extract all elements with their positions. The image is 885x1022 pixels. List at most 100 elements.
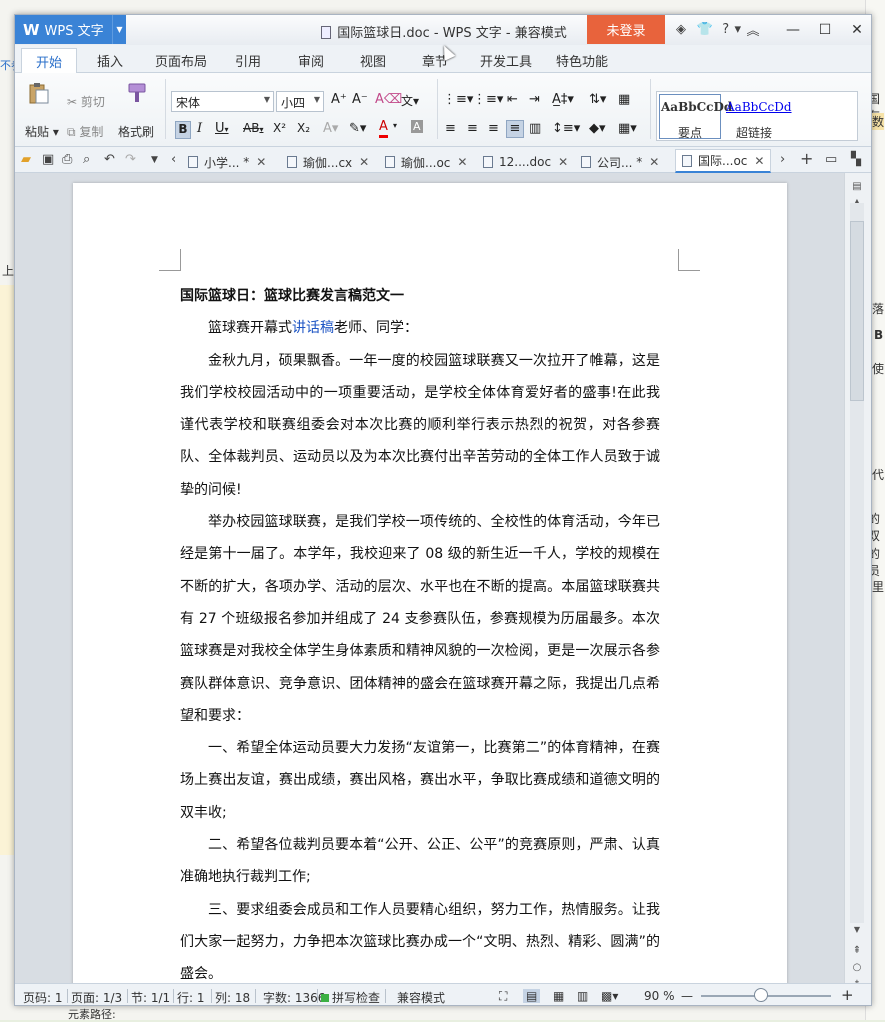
app-menu-button[interactable]: W WPS 文字 ▼ xyxy=(15,15,126,44)
tab-list-icon[interactable]: ▭ xyxy=(825,152,837,167)
prev-page-icon[interactable]: ⇞ xyxy=(849,945,865,956)
increase-indent-icon[interactable]: ⇥ xyxy=(529,92,540,107)
title-bar[interactable]: W WPS 文字 ▼ 国际篮球日.doc - WPS 文字 - 兼容模式 未登录… xyxy=(15,15,871,45)
style-preview-hyperlink[interactable]: AaBbCcDd xyxy=(726,100,792,114)
format-painter-button[interactable]: 格式刷 xyxy=(118,123,154,140)
save-icon[interactable]: ▣ xyxy=(42,152,54,167)
full-screen-icon[interactable]: ⛶ xyxy=(499,989,507,1004)
document-area[interactable]: 国际篮球日：篮球比赛发言稿范文一 篮球赛开幕式讲话稿老师、同学： 金秋九月，硕果… xyxy=(15,173,844,983)
status-column[interactable]: 列: 18 xyxy=(215,989,250,1005)
scroll-thumb[interactable] xyxy=(850,221,864,401)
font-size-select[interactable]: 小四 ▼ xyxy=(276,91,324,112)
close-icon[interactable]: ✕ xyxy=(359,155,369,169)
tab-page-layout[interactable]: 页面布局 xyxy=(155,51,207,70)
style-label-key-point[interactable]: 要点 xyxy=(678,124,702,141)
shading-icon[interactable]: ◆▾ xyxy=(589,121,606,136)
chevron-down-icon[interactable]: ▾ xyxy=(393,121,397,130)
doc-tab[interactable]: 小学... * ✕ xyxy=(188,151,266,173)
font-color-icon[interactable]: A xyxy=(379,119,388,138)
spell-check-toggle[interactable]: 拼写检查 xyxy=(321,989,380,1005)
status-compat-mode[interactable]: 兼容模式 xyxy=(397,989,445,1005)
tab-scroll-right-icon[interactable]: › xyxy=(780,152,785,167)
underline-button[interactable]: U▾ xyxy=(215,121,229,136)
text-effect-icon[interactable]: A▾ xyxy=(323,121,338,136)
chevron-down-icon[interactable]: ▼ xyxy=(151,155,158,165)
shirt-icon[interactable]: 👕 xyxy=(693,15,717,44)
reading-view-icon[interactable]: ▩▾ xyxy=(601,989,618,1003)
login-button[interactable]: 未登录 xyxy=(587,15,665,44)
greeting-link[interactable]: 讲话稿 xyxy=(292,320,334,336)
justify-icon[interactable]: ≡ xyxy=(506,120,524,138)
tab-view[interactable]: 视图 xyxy=(360,51,386,70)
open-folder-icon[interactable]: ▰ xyxy=(21,152,31,167)
chevron-down-icon[interactable]: ▼ xyxy=(112,15,126,44)
tab-references[interactable]: 引用 xyxy=(235,51,261,70)
status-page-number[interactable]: 页码: 1 xyxy=(23,989,63,1005)
doc-tab[interactable]: 12....doc ✕ xyxy=(483,151,568,173)
shrink-font-icon[interactable]: A⁻ xyxy=(352,92,368,107)
copy-button[interactable]: ⧉ 复制 xyxy=(67,123,103,140)
tab-home[interactable]: 开始 xyxy=(21,48,78,74)
highlight-icon[interactable]: ✎▾ xyxy=(349,121,366,136)
grow-font-icon[interactable]: A⁺ xyxy=(331,92,347,107)
select-browse-icon[interactable]: ○ xyxy=(849,962,865,973)
align-center-icon[interactable]: ≡ xyxy=(467,121,478,136)
distributed-icon[interactable]: ▥ xyxy=(529,121,541,136)
style-preview-key-point[interactable]: AaBbCcDd xyxy=(661,100,732,114)
help-icon[interactable]: ? ▾ xyxy=(717,15,741,44)
collapse-icon[interactable]: ︽ xyxy=(741,15,765,44)
style-label-hyperlink[interactable]: 超链接 xyxy=(736,124,772,141)
doc-tab-active[interactable]: 国际...oc ✕ xyxy=(675,149,772,173)
maximize-button[interactable]: ☐ xyxy=(809,15,841,44)
print-icon[interactable]: ⎙ xyxy=(62,152,72,167)
redo-icon[interactable]: ↷ xyxy=(125,152,136,167)
align-right-icon[interactable]: ≡ xyxy=(488,121,499,136)
status-section[interactable]: 节: 1/1 xyxy=(131,989,170,1005)
close-icon[interactable]: ✕ xyxy=(649,155,659,169)
outline-view-icon[interactable]: ▦ xyxy=(553,989,564,1003)
font-name-select[interactable]: 宋体 ▼ xyxy=(171,91,274,112)
table-grid-icon[interactable]: ▦ xyxy=(618,92,630,107)
status-pages[interactable]: 页面: 1/3 xyxy=(71,989,122,1005)
bold-button[interactable]: B xyxy=(175,121,191,139)
shield-icon[interactable]: ◈ xyxy=(669,15,693,44)
style-gallery[interactable]: AaBbCcDd 要点 AaBbCcDd 超链接 xyxy=(656,91,858,141)
doc-tab[interactable]: 公司... * ✕ xyxy=(581,151,659,173)
undo-icon[interactable]: ↶ xyxy=(104,152,115,167)
phonetic-guide-icon[interactable]: 文▾ xyxy=(401,92,419,109)
align-left-icon[interactable]: ≡ xyxy=(445,121,456,136)
scroll-down-icon[interactable]: ▼ xyxy=(849,925,865,934)
close-icon[interactable]: ✕ xyxy=(754,154,764,168)
tab-insert[interactable]: 插入 xyxy=(97,51,123,70)
borders-icon[interactable]: ▦▾ xyxy=(618,121,637,136)
strikethrough-button[interactable]: AB▾ xyxy=(243,121,263,135)
bullet-list-icon[interactable]: ⋮≡▾ xyxy=(443,92,473,107)
cut-button[interactable]: ✂ 剪切 xyxy=(67,93,105,110)
pin-icon[interactable]: ▚ xyxy=(851,152,861,167)
subscript-button[interactable]: X₂ xyxy=(297,121,310,135)
status-row[interactable]: 行: 1 xyxy=(177,989,205,1005)
paste-icon[interactable] xyxy=(27,81,51,105)
close-icon[interactable]: ✕ xyxy=(558,155,568,169)
clear-format-icon[interactable]: A⌫ xyxy=(375,92,402,107)
document-body[interactable]: 国际篮球日：篮球比赛发言稿范文一 篮球赛开幕式讲话稿老师、同学： 金秋九月，硕果… xyxy=(180,280,660,983)
numbered-list-icon[interactable]: ⋮≡▾ xyxy=(473,92,503,107)
close-icon[interactable]: ✕ xyxy=(256,155,266,169)
paste-button[interactable]: 粘贴 ▾ xyxy=(25,123,59,140)
sort-icon[interactable]: ⇅▾ xyxy=(589,92,606,107)
chinese-layout-icon[interactable]: A̲‡▾ xyxy=(552,92,574,107)
superscript-button[interactable]: X² xyxy=(273,121,286,135)
format-painter-icon[interactable] xyxy=(125,81,149,105)
decrease-indent-icon[interactable]: ⇤ xyxy=(507,92,518,107)
new-tab-icon[interactable]: + xyxy=(800,149,813,168)
zoom-out-button[interactable]: — xyxy=(681,989,693,1003)
zoom-slider-knob[interactable] xyxy=(754,988,768,1002)
tab-scroll-left-icon[interactable]: ‹ xyxy=(171,152,176,167)
document-page[interactable]: 国际篮球日：篮球比赛发言稿范文一 篮球赛开幕式讲话稿老师、同学： 金秋九月，硕果… xyxy=(73,183,787,983)
doc-tab[interactable]: 瑜伽...cx ✕ xyxy=(287,151,369,173)
line-spacing-icon[interactable]: ↕≡▾ xyxy=(552,121,580,136)
close-button[interactable]: ✕ xyxy=(841,15,871,44)
minimize-button[interactable]: — xyxy=(777,15,809,44)
tab-developer[interactable]: 开发工具 xyxy=(480,51,532,70)
tab-review[interactable]: 审阅 xyxy=(298,51,324,70)
